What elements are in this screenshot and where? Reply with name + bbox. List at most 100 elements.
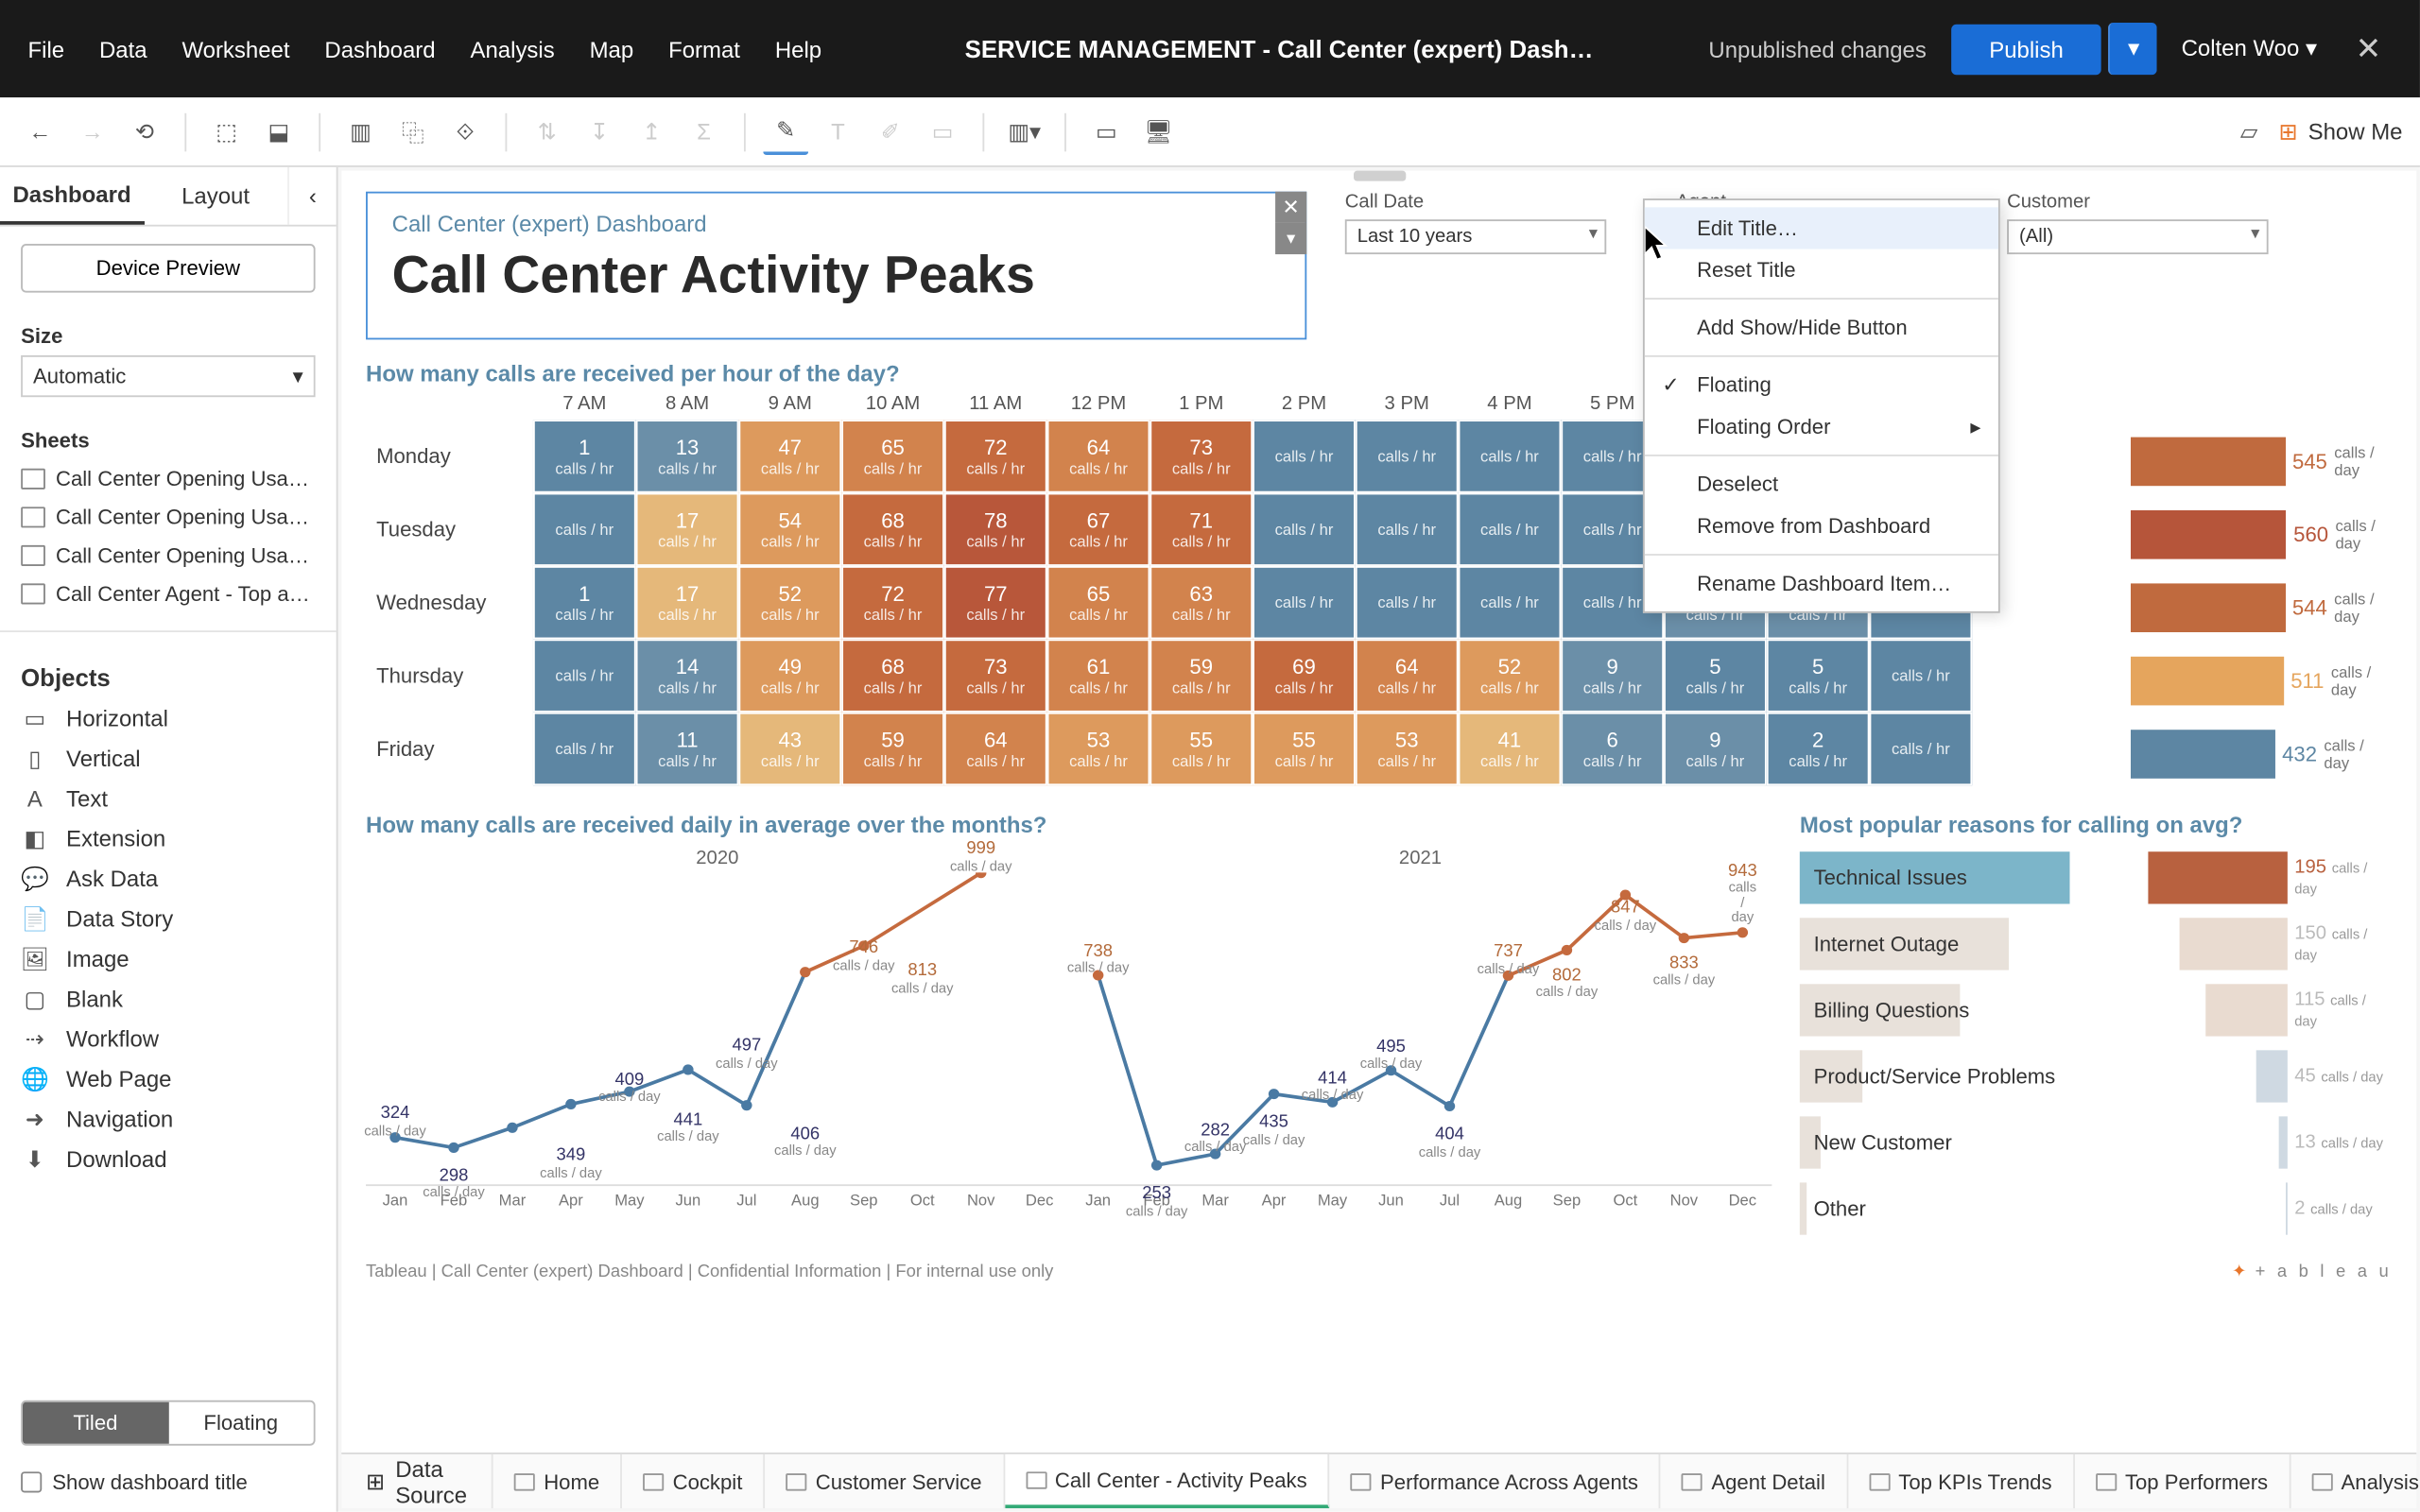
sort-asc-icon[interactable]: ↧ [577, 109, 622, 154]
heatmap-cell[interactable]: calls / hr [533, 493, 636, 566]
annotate-icon[interactable]: ✐ [868, 109, 913, 154]
line-chart-svg[interactable] [366, 872, 1772, 1186]
heatmap-cell[interactable]: 78calls / hr [944, 493, 1047, 566]
heatmap-cell[interactable]: 61calls / hr [1047, 639, 1150, 712]
heatmap-cell[interactable]: 72calls / hr [841, 566, 944, 639]
heatmap-cell[interactable]: 41calls / hr [1459, 713, 1562, 785]
fit-icon[interactable]: ▥▾ [1002, 109, 1047, 154]
heatmap-cell[interactable]: calls / hr [1459, 566, 1562, 639]
title-dropdown-icon[interactable]: ▾ [1275, 223, 1306, 254]
heatmap-cell[interactable]: calls / hr [1459, 420, 1562, 492]
object-vertical[interactable]: ▯Vertical [21, 738, 315, 778]
heatmap-cell[interactable]: 64calls / hr [1356, 639, 1459, 712]
heatmap-cell[interactable]: 72calls / hr [944, 420, 1047, 492]
tab-home[interactable]: Home [493, 1454, 622, 1508]
reason-row[interactable]: Technical Issues 195 calls / day [1800, 845, 2393, 911]
size-select[interactable]: Automatic▾ [21, 355, 315, 397]
sidebar-tab-dashboard[interactable]: Dashboard [0, 167, 144, 225]
sheet-item[interactable]: Call Center Opening Usa… [21, 460, 315, 499]
menu-analysis[interactable]: Analysis [453, 22, 572, 76]
device-preview-button[interactable]: Device Preview [21, 244, 315, 293]
heatmap-cell[interactable]: 43calls / hr [738, 713, 841, 785]
heatmap-cell[interactable]: 1calls / hr [533, 420, 636, 492]
heatmap-cell[interactable]: 5calls / hr [1767, 639, 1870, 712]
object-workflow[interactable]: ⇢Workflow [21, 1019, 315, 1058]
reason-row[interactable]: New Customer 13 calls / day [1800, 1109, 2393, 1176]
heatmap-cell[interactable]: 64calls / hr [1047, 420, 1150, 492]
total-bar[interactable]: 544 calls / day [2131, 572, 2392, 644]
heatmap-cell[interactable]: 47calls / hr [738, 420, 841, 492]
menu-map[interactable]: Map [572, 22, 650, 76]
heatmap-cell[interactable]: 55calls / hr [1150, 713, 1253, 785]
sheet-item[interactable]: Call Center Opening Usa… [21, 537, 315, 576]
object-blank[interactable]: ▢Blank [21, 979, 315, 1019]
total-bar[interactable]: 560 calls / day [2131, 498, 2392, 571]
heatmap-cell[interactable]: 9calls / hr [1561, 639, 1664, 712]
heatmap-cell[interactable]: calls / hr [1870, 713, 1973, 785]
heatmap-cell[interactable]: 17calls / hr [636, 493, 739, 566]
heatmap-cell[interactable]: 2calls / hr [1767, 713, 1870, 785]
heatmap-cell[interactable]: 52calls / hr [1459, 639, 1562, 712]
sidebar-tab-layout[interactable]: Layout [144, 167, 287, 225]
object-ask data[interactable]: 💬Ask Data [21, 859, 315, 899]
clear-icon[interactable]: ⟐ [442, 109, 488, 154]
heatmap-cell[interactable]: 11calls / hr [636, 713, 739, 785]
heatmap-cell[interactable]: 65calls / hr [1047, 566, 1150, 639]
object-data story[interactable]: 📄Data Story [21, 899, 315, 938]
ctx-add-show-hide-button[interactable]: Add Show/Hide Button [1645, 306, 1998, 348]
sheet-item[interactable]: Call Center Opening Usa… [21, 498, 315, 537]
total-bar[interactable]: 545 calls / day [2131, 425, 2392, 498]
ctx-rename-dashboard-item-[interactable]: Rename Dashboard Item… [1645, 562, 1998, 604]
heatmap-cell[interactable]: 9calls / hr [1664, 713, 1767, 785]
heatmap-cell[interactable]: calls / hr [533, 713, 636, 785]
save-icon[interactable]: ⬓ [256, 109, 302, 154]
duplicate-icon[interactable]: ⿻ [390, 109, 436, 154]
tab-analysis---adhoc[interactable]: Analysis - Adhoc [2290, 1454, 2420, 1508]
heatmap-cell[interactable]: calls / hr [1253, 493, 1356, 566]
heatmap-cell[interactable]: calls / hr [1870, 639, 1973, 712]
total-bar[interactable]: 432 calls / day [2131, 717, 2392, 790]
tab-agent-detail[interactable]: Agent Detail [1661, 1454, 1848, 1508]
text-icon[interactable]: T [816, 109, 861, 154]
collapse-sidebar-icon[interactable]: ‹ [287, 167, 337, 225]
dashboard-canvas[interactable]: ✕ ▾ Call Center (expert) Dashboard Call … [338, 167, 2420, 1512]
publish-dropdown[interactable]: ▾ [2109, 23, 2157, 75]
heatmap-cell[interactable]: calls / hr [1253, 420, 1356, 492]
heatmap-cell[interactable]: 55calls / hr [1253, 713, 1356, 785]
object-navigation[interactable]: ➜Navigation [21, 1099, 315, 1139]
heatmap-cell[interactable]: 6calls / hr [1561, 713, 1664, 785]
new-worksheet-icon[interactable]: ▥ [338, 109, 384, 154]
object-text[interactable]: AText [21, 779, 315, 818]
tab-top-kpis-trends[interactable]: Top KPIs Trends [1848, 1454, 2075, 1508]
ctx-remove-from-dashboard[interactable]: Remove from Dashboard [1645, 505, 1998, 546]
heatmap-cell[interactable]: calls / hr [1356, 493, 1459, 566]
object-download[interactable]: ⬇Download [21, 1139, 315, 1178]
undo-icon[interactable]: ← [17, 109, 62, 154]
heatmap-cell[interactable]: 71calls / hr [1150, 493, 1253, 566]
device-icon[interactable]: 🖥 [1136, 109, 1182, 154]
present-icon[interactable]: ▭ [1083, 109, 1129, 154]
revert-icon[interactable]: ⟲ [122, 109, 167, 154]
object-image[interactable]: 🖼Image [21, 938, 315, 978]
heatmap-cell[interactable]: calls / hr [1356, 566, 1459, 639]
heatmap-cell[interactable]: 64calls / hr [944, 713, 1047, 785]
heatmap-cell[interactable]: 68calls / hr [841, 639, 944, 712]
total-bar[interactable]: 511 calls / day [2131, 644, 2392, 717]
menu-file[interactable]: File [10, 22, 81, 76]
tab-performance-across-agents[interactable]: Performance Across Agents [1330, 1454, 1661, 1508]
ctx-reset-title[interactable]: Reset Title [1645, 249, 1998, 291]
heatmap-cell[interactable]: 1calls / hr [533, 566, 636, 639]
tiled-button[interactable]: Tiled [23, 1402, 168, 1444]
heatmap-cell[interactable]: 73calls / hr [944, 639, 1047, 712]
heatmap-cell[interactable]: 49calls / hr [738, 639, 841, 712]
redo-icon[interactable]: → [70, 109, 115, 154]
heatmap-cell[interactable]: 69calls / hr [1253, 639, 1356, 712]
heatmap-cell[interactable]: calls / hr [1459, 493, 1562, 566]
heatmap-cell[interactable]: 52calls / hr [738, 566, 841, 639]
menu-data[interactable]: Data [82, 22, 164, 76]
heatmap-cell[interactable]: 73calls / hr [1150, 420, 1253, 492]
heatmap-cell[interactable]: calls / hr [1253, 566, 1356, 639]
publish-button[interactable]: Publish [1951, 24, 2102, 74]
object-web page[interactable]: 🌐Web Page [21, 1059, 315, 1099]
heatmap-cell[interactable]: 17calls / hr [636, 566, 739, 639]
